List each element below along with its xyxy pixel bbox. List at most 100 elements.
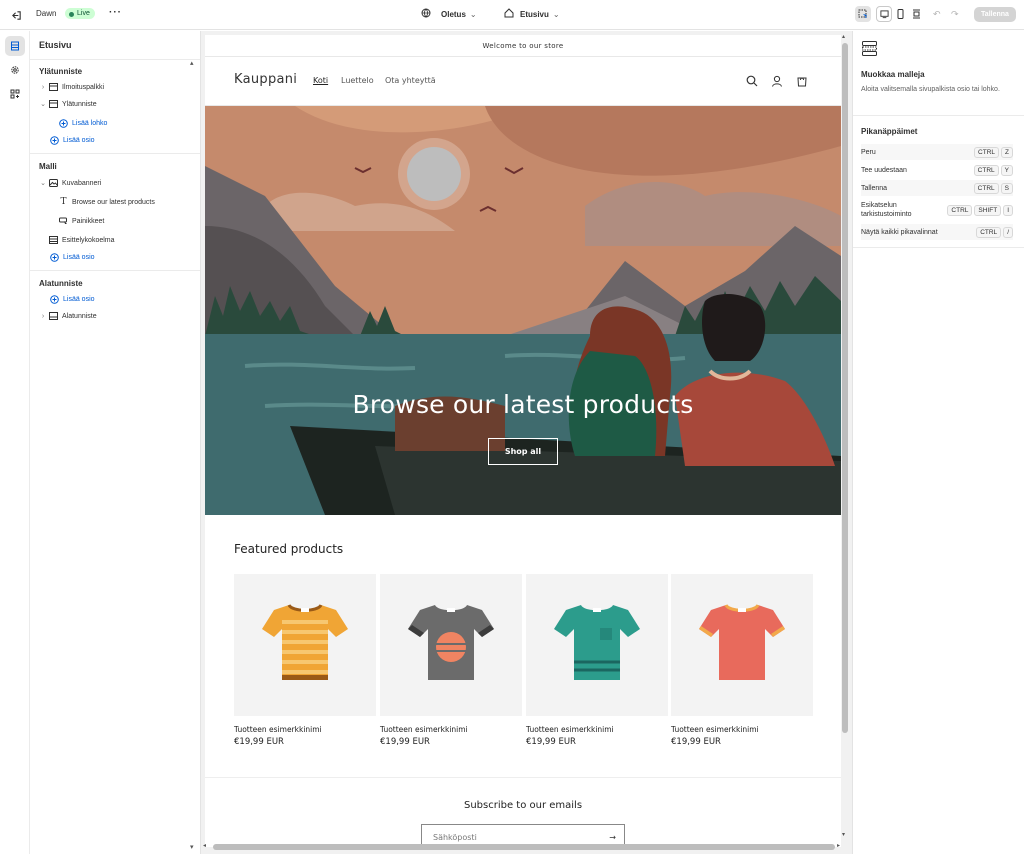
scroll-down-icon[interactable]: ▾ [190,843,194,851]
template-label: Oletus [441,9,466,19]
live-dot-icon [69,12,74,17]
shortcut-row: Esikatselun tarkistustoiminto CTRL SHIFT I [861,198,1013,222]
add-section-label: Lisää osio [63,295,95,303]
desktop-view-icon[interactable] [876,6,892,22]
apps-icon[interactable] [5,84,25,104]
plus-circle-icon [49,294,60,304]
horizontal-scrollbar[interactable] [213,844,835,850]
divider [205,777,841,778]
sidebar-item-label: Painikkeet [72,217,105,225]
undo-icon[interactable]: ↶ [933,9,941,20]
sections-sidebar: Etusivu ▴ Ylätunniste › Ilmoituspalkki ⌄… [30,31,201,854]
plus-circle-icon [58,118,69,128]
email-placeholder: Sähköposti [433,832,477,842]
nav-link-contact[interactable]: Ota yhteyttä [385,76,436,85]
add-section-button[interactable]: Lisää osio [30,291,200,307]
sidebar-item-buttons-block[interactable]: Painikkeet [30,213,200,229]
globe-icon [421,8,431,20]
more-options-icon[interactable]: ··· [109,7,122,18]
exit-icon[interactable] [8,7,24,23]
divider [853,247,1024,248]
scroll-down-icon[interactable]: ▾ [842,831,845,838]
add-section-button[interactable]: Lisää osio [30,132,200,148]
chevron-down-icon: ⌄ [469,9,477,19]
theme-name: Dawn [36,9,57,18]
product-name[interactable]: Tuotteen esimerkkinimi [380,725,468,734]
featured-title: Featured products [234,542,344,556]
key-badge: CTRL [976,226,1002,238]
chevron-right-icon[interactable]: › [38,313,48,320]
scroll-left-icon[interactable]: ◂ [203,842,206,849]
sidebar-item-label: Browse our latest products [72,198,155,206]
sidebar-item-header[interactable]: ⌄ Ylätunniste [30,96,200,112]
tshirt-icon [554,605,640,680]
nav-link-home[interactable]: Koti [313,76,328,85]
tshirt-icon [699,604,785,680]
sections-icon[interactable] [5,36,25,56]
shortcut-row: Peru CTRL Z [861,144,1013,160]
sidebar-item-footer[interactable]: › Alatunniste [30,308,200,324]
shortcut-row: Näytä kaikki pikavalinnat CTRL / [861,224,1013,240]
home-icon [504,8,514,20]
redo-icon[interactable]: ↷ [951,9,959,20]
right-panel: Muokkaa malleja Aloita valitsemalla sivu… [852,31,1024,854]
key-badge: S [1000,182,1013,194]
store-preview: Welcome to our store Kauppani Koti Luett… [205,35,841,847]
key-badge: CTRL [947,204,973,216]
subscribe-title: Subscribe to our emails [463,800,583,811]
product-image[interactable] [671,574,813,716]
scroll-right-icon[interactable]: ▸ [837,842,840,849]
sidebar-item-image-banner[interactable]: ⌄ Kuvabanneri [30,175,200,191]
product-image[interactable] [526,574,668,716]
product-image[interactable] [234,574,376,716]
cart-icon[interactable] [796,75,808,89]
chevron-right-icon[interactable]: › [38,84,48,91]
page-selector[interactable]: Etusivu ⌄ [504,8,560,20]
sidebar-title: Etusivu [39,40,72,50]
mobile-view-icon[interactable] [893,6,907,22]
product-name[interactable]: Tuotteen esimerkkinimi [526,725,614,734]
text-icon: T [60,197,67,207]
scroll-up-icon[interactable]: ▴ [190,59,194,67]
save-button[interactable]: Tallenna [974,7,1016,22]
button-cursor-icon [58,217,69,226]
key-badge: CTRL [974,146,1000,158]
fullscreen-icon[interactable] [909,6,923,22]
sidebar-item-label: Alatunniste [62,312,97,320]
add-block-button[interactable]: Lisää lohko [30,115,200,131]
sidebar-item-featured-collection[interactable]: Esittelykokoelma [30,232,200,248]
preview-canvas: Welcome to our store Kauppani Koti Luett… [201,31,852,854]
key-badge: CTRL [973,182,999,194]
settings-gear-icon[interactable] [5,60,25,80]
template-selector[interactable]: Oletus ⌄ [421,8,477,20]
inspector-toggle-icon[interactable] [855,6,871,22]
store-logo[interactable]: Kauppani [234,72,297,87]
account-icon[interactable] [771,75,783,89]
chevron-down-icon[interactable]: ⌄ [38,179,48,187]
vertical-scrollbar[interactable] [842,43,848,733]
scroll-up-icon[interactable]: ▴ [842,33,845,40]
add-section-button[interactable]: Lisää osio [30,249,200,265]
collection-icon [48,236,59,245]
product-name[interactable]: Tuotteen esimerkkinimi [234,725,322,734]
image-banner[interactable]: Browse our latest products Shop all [205,106,841,515]
key-badge: SHIFT [974,204,1002,216]
banner-heading: Browse our latest products [352,390,694,419]
divider [30,270,200,271]
search-icon[interactable] [746,75,758,89]
sidebar-item-announcement-bar[interactable]: › Ilmoituspalkki [30,79,200,95]
product-price: €19,99 EUR [526,737,576,747]
shop-all-button[interactable]: Shop all [488,438,558,465]
product-name[interactable]: Tuotteen esimerkkinimi [671,725,759,734]
live-badge: Live [65,8,95,19]
tshirt-icon [262,604,348,680]
arrow-right-icon[interactable]: → [609,833,616,842]
product-image[interactable] [380,574,522,716]
key-badge: I [1003,204,1013,216]
sidebar-item-heading-block[interactable]: T Browse our latest products [30,194,200,210]
nav-link-catalog[interactable]: Luettelo [341,76,374,85]
key-badge: / [1003,226,1013,238]
key-badge: Y [1000,164,1013,176]
chevron-down-icon[interactable]: ⌄ [38,100,48,108]
tshirt-icon [408,605,494,680]
